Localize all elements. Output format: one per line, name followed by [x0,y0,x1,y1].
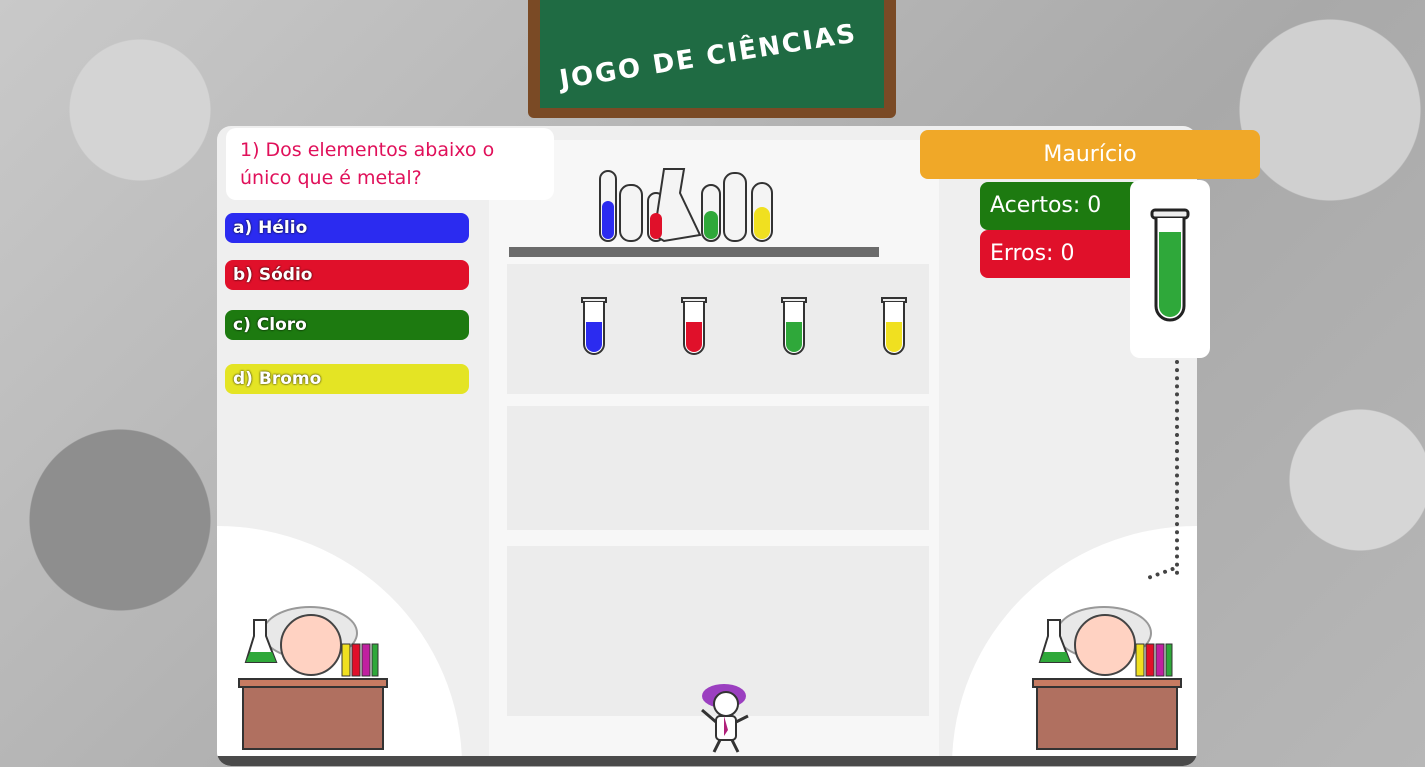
game-title: JOGO DE CIÊNCIAS [557,18,860,96]
option-a-button[interactable]: a) Hélio [225,213,469,243]
lab-desk [1036,686,1178,750]
fuse-line [1175,360,1183,575]
flask-icon [1038,619,1072,663]
current-green-tube-icon [1150,208,1190,322]
lab-desk [242,686,384,750]
option-c-button[interactable]: c) Cloro [225,310,469,340]
hits-counter: Acertos: 0 [980,182,1135,230]
floor [217,756,1197,766]
shelf-section [507,406,929,530]
blue-test-tube-icon[interactable] [578,296,610,358]
red-test-tube-icon[interactable] [678,296,710,358]
player-character-icon[interactable] [690,680,760,755]
shelf-section [507,264,929,394]
option-d-button[interactable]: d) Bromo [225,364,469,394]
errors-counter: Erros: 0 [980,230,1135,278]
player-name: Maurício [920,130,1260,179]
test-tube-rack-icon [341,643,379,677]
top-shelf-bar [509,247,879,257]
test-tube-rack-icon [1135,643,1173,677]
question-text: 1) Dos elementos abaixo o único que é me… [226,128,554,200]
chalkboard: JOGO DE CIÊNCIAS [528,0,896,118]
current-tube-card [1130,180,1210,358]
green-test-tube-icon[interactable] [778,296,810,358]
flask-icon [244,619,278,663]
chalkboard-surface: JOGO DE CIÊNCIAS [540,0,884,108]
glassware-icon [599,168,773,243]
yellow-test-tube-icon[interactable] [878,296,910,358]
option-b-button[interactable]: b) Sódio [225,260,469,290]
